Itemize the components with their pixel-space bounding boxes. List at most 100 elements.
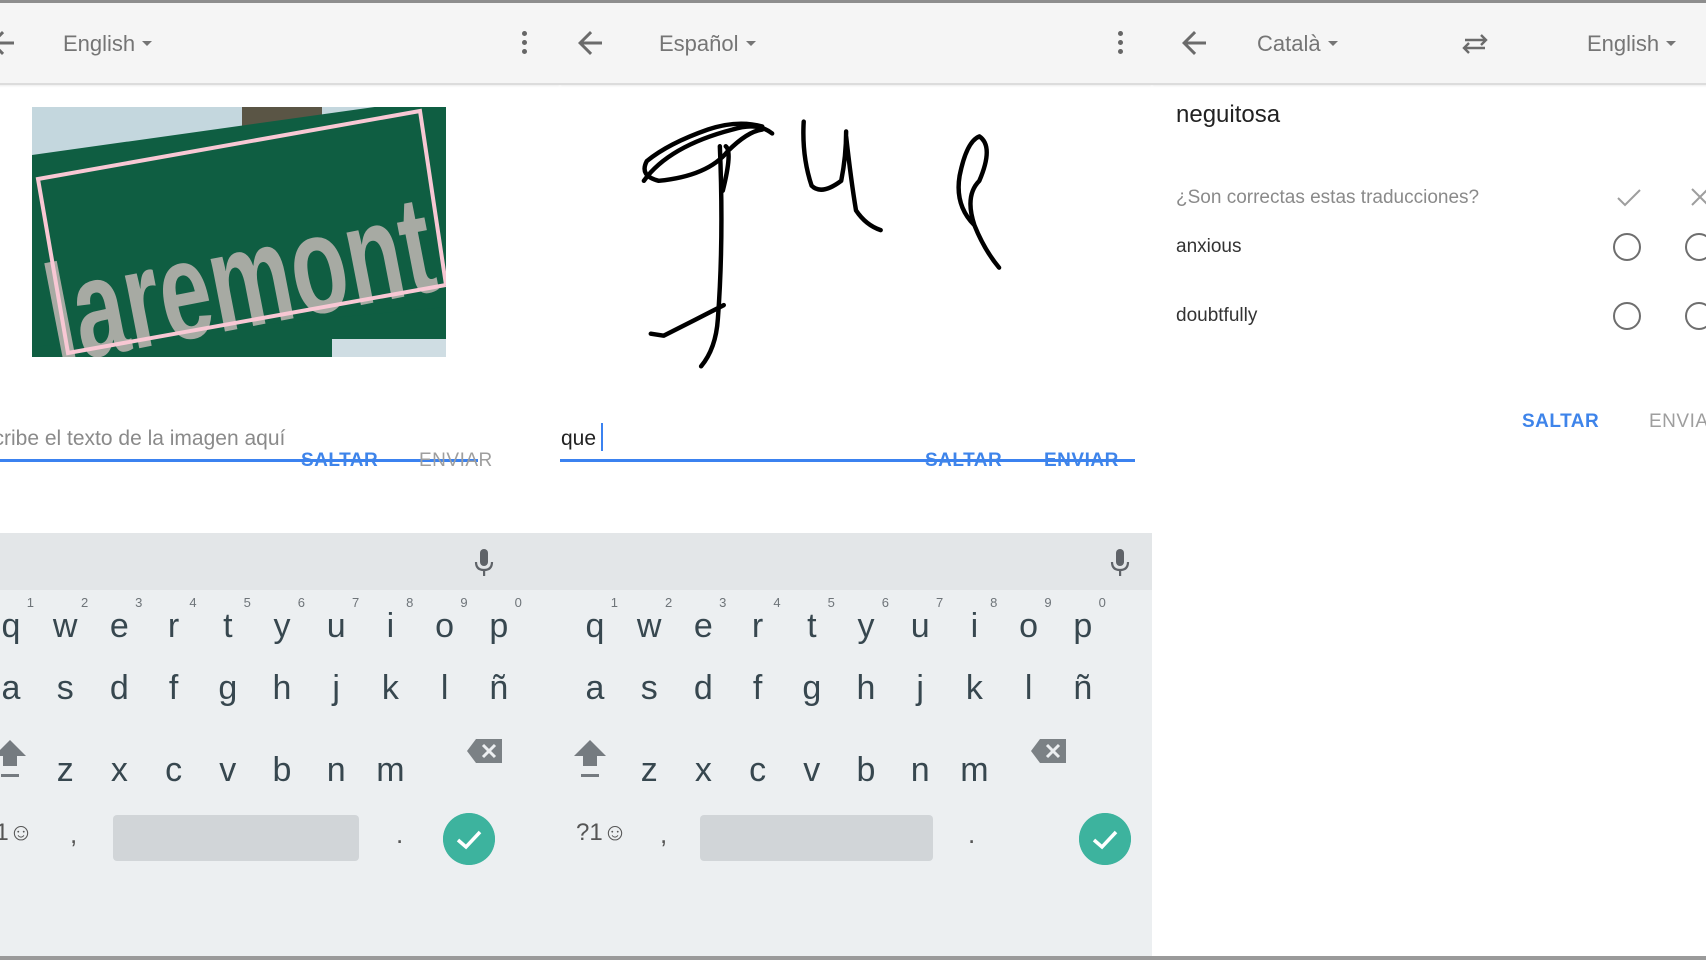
key-j[interactable]: j — [309, 655, 363, 725]
key-label: t — [223, 607, 233, 645]
key-g[interactable]: g — [785, 655, 839, 725]
space-key[interactable] — [700, 815, 933, 861]
key-a[interactable]: a — [568, 655, 622, 725]
key-w[interactable]: 2w — [38, 593, 92, 663]
key-c[interactable]: c — [147, 737, 201, 807]
key-k[interactable]: k — [947, 655, 1001, 725]
comma-key[interactable]: , — [70, 819, 77, 850]
skip-button[interactable]: SALTAR — [1522, 411, 1599, 433]
period-key[interactable]: . — [968, 819, 975, 850]
key-h[interactable]: h — [255, 655, 309, 725]
symbols-key[interactable]: ?1☺ — [576, 819, 627, 847]
more-menu-icon[interactable] — [518, 29, 530, 59]
back-arrow-icon[interactable] — [1176, 25, 1212, 61]
microphone-icon[interactable] — [1108, 547, 1132, 579]
key-r[interactable]: 4r — [147, 593, 201, 663]
more-menu-icon[interactable] — [1114, 29, 1126, 59]
key-label: y — [857, 607, 875, 645]
key-s[interactable]: s — [38, 655, 92, 725]
key-k[interactable]: k — [363, 655, 417, 725]
key-label: d — [693, 669, 713, 707]
key-z[interactable]: z — [622, 737, 676, 807]
key-h[interactable]: h — [839, 655, 893, 725]
key-x[interactable]: x — [676, 737, 730, 807]
comma-key[interactable]: , — [660, 819, 667, 850]
key-t[interactable]: 5t — [201, 593, 255, 663]
key-n[interactable]: n — [893, 737, 947, 807]
key-i[interactable]: 8i — [947, 593, 1001, 663]
key-z[interactable]: z — [38, 737, 92, 807]
send-button[interactable]: ENVIAR — [1649, 411, 1706, 433]
image-text-input[interactable] — [0, 418, 478, 462]
symbols-key[interactable]: ?1☺ — [0, 819, 33, 847]
key-j[interactable]: j — [893, 655, 947, 725]
key-l[interactable]: l — [1002, 655, 1056, 725]
backspace-icon[interactable] — [466, 737, 504, 765]
enter-check-icon[interactable] — [443, 813, 495, 865]
key-f[interactable]: f — [147, 655, 201, 725]
key-w[interactable]: 2w — [622, 593, 676, 663]
key-v[interactable]: v — [201, 737, 255, 807]
key-label: w — [52, 607, 78, 645]
microphone-icon[interactable] — [472, 547, 496, 579]
key-e[interactable]: 3e — [676, 593, 730, 663]
key-y[interactable]: 6y — [255, 593, 309, 663]
key-p[interactable]: 0p — [1056, 593, 1110, 663]
key-m[interactable]: m — [947, 737, 1001, 807]
back-arrow-icon[interactable] — [0, 25, 20, 61]
key-m[interactable]: m — [363, 737, 417, 807]
panel-translation-validation: Català English neguitosa ¿Son correctas … — [1152, 3, 1706, 956]
key-c[interactable]: c — [731, 737, 785, 807]
target-language-selector[interactable]: English — [1587, 31, 1677, 57]
key-e[interactable]: 3e — [92, 593, 146, 663]
backspace-icon[interactable] — [1030, 737, 1068, 765]
space-key[interactable] — [113, 815, 359, 861]
key-label: b — [856, 751, 876, 789]
skip-button[interactable]: SALTAR — [925, 450, 1002, 472]
key-g[interactable]: g — [201, 655, 255, 725]
key-b[interactable]: b — [255, 737, 309, 807]
option-1-correct-radio[interactable] — [1613, 233, 1641, 261]
period-key[interactable]: . — [396, 819, 403, 850]
send-button[interactable]: ENVIAR — [419, 450, 493, 472]
key-t[interactable]: 5t — [785, 593, 839, 663]
key-r[interactable]: 4r — [731, 593, 785, 663]
key-a[interactable]: a — [0, 655, 38, 725]
key-u[interactable]: 7u — [893, 593, 947, 663]
source-language-selector[interactable]: Català — [1257, 31, 1338, 57]
key-ñ[interactable]: ñ — [1056, 655, 1110, 725]
option-2-incorrect-radio[interactable] — [1685, 302, 1706, 330]
key-d[interactable]: d — [92, 655, 146, 725]
key-p[interactable]: 0p — [472, 593, 526, 663]
dropdown-caret-icon — [1327, 40, 1338, 46]
key-d[interactable]: d — [676, 655, 730, 725]
key-x[interactable]: x — [92, 737, 146, 807]
key-o[interactable]: 9o — [1002, 593, 1056, 663]
key-o[interactable]: 9o — [418, 593, 472, 663]
key-b[interactable]: b — [839, 737, 893, 807]
send-button[interactable]: ENVIAR — [1044, 450, 1119, 472]
key-s[interactable]: s — [622, 655, 676, 725]
key-f[interactable]: f — [731, 655, 785, 725]
target-language-label: English — [1587, 31, 1660, 56]
key-q[interactable]: 1q — [568, 593, 622, 663]
enter-check-icon[interactable] — [1079, 813, 1131, 865]
back-arrow-icon[interactable] — [572, 25, 608, 61]
key-y[interactable]: 6y — [839, 593, 893, 663]
shift-icon[interactable] — [572, 736, 608, 780]
handwriting-canvas[interactable] — [560, 90, 1152, 390]
language-selector[interactable]: Español — [659, 31, 756, 57]
key-q[interactable]: 1q — [0, 593, 38, 663]
key-v[interactable]: v — [785, 737, 839, 807]
key-i[interactable]: 8i — [363, 593, 417, 663]
key-n[interactable]: n — [309, 737, 363, 807]
option-1-incorrect-radio[interactable] — [1685, 233, 1706, 261]
language-selector[interactable]: English — [63, 31, 153, 57]
key-ñ[interactable]: ñ — [472, 655, 526, 725]
option-2-correct-radio[interactable] — [1613, 302, 1641, 330]
swap-languages-icon[interactable] — [1457, 29, 1493, 59]
skip-button[interactable]: SALTAR — [301, 450, 378, 472]
shift-icon[interactable] — [0, 736, 28, 780]
key-l[interactable]: l — [418, 655, 472, 725]
key-u[interactable]: 7u — [309, 593, 363, 663]
